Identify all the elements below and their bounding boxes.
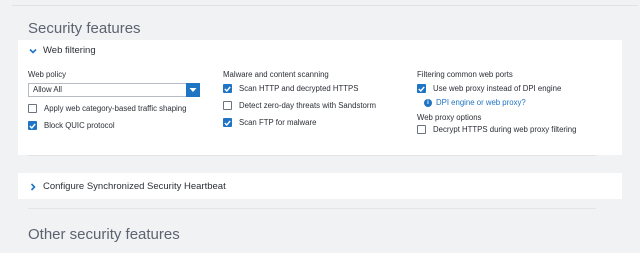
scan-ftp-checkbox[interactable] xyxy=(223,118,232,127)
heartbeat-toggle[interactable]: Configure Synchronized Security Heartbea… xyxy=(28,181,226,192)
section-divider xyxy=(28,208,596,209)
proxy-options-label: Web proxy options xyxy=(417,113,482,122)
heartbeat-title: Configure Synchronized Security Heartbea… xyxy=(43,181,226,192)
decrypt-https-label: Decrypt HTTPS during web proxy filtering xyxy=(433,125,577,134)
dpi-info-link[interactable]: i DPI engine or web proxy? xyxy=(424,98,617,107)
zero-day-option[interactable]: Detect zero-day threats with Sandstorm xyxy=(223,100,408,111)
top-divider xyxy=(12,5,638,6)
scan-http-label: Scan HTTP and decrypted HTTPS xyxy=(239,84,359,93)
heartbeat-panel: Configure Synchronized Security Heartbea… xyxy=(18,173,622,199)
use-proxy-label: Use web proxy instead of DPI engine xyxy=(433,84,562,93)
decrypt-https-checkbox[interactable] xyxy=(417,125,426,134)
malware-scanning-label: Malware and content scanning xyxy=(223,70,329,79)
web-policy-label: Web policy xyxy=(28,70,66,79)
zero-day-label: Detect zero-day threats with Sandstorm xyxy=(239,101,376,110)
web-policy-selected-value: Allow All xyxy=(33,85,63,94)
scan-http-checkbox[interactable] xyxy=(223,84,232,93)
dpi-info-link-text[interactable]: DPI engine or web proxy? xyxy=(436,98,526,107)
section-divider xyxy=(28,155,596,156)
web-filtering-toggle[interactable]: Web filtering xyxy=(28,45,96,56)
dropdown-arrow-icon[interactable] xyxy=(186,83,200,97)
traffic-shaping-label: Apply web category-based traffic shaping xyxy=(44,104,187,113)
block-quic-option[interactable]: Block QUIC protocol xyxy=(28,120,208,131)
scan-ftp-label: Scan FTP for malware xyxy=(239,118,317,127)
block-quic-checkbox[interactable] xyxy=(28,121,37,130)
traffic-shaping-checkbox[interactable] xyxy=(28,104,37,113)
info-icon: i xyxy=(424,98,432,107)
traffic-shaping-option[interactable]: Apply web category-based traffic shaping xyxy=(28,103,208,114)
web-filtering-panel: Web filtering Web policy Allow All Apply… xyxy=(18,40,622,155)
malware-scanning-column: Malware and content scanning Scan HTTP a… xyxy=(223,70,408,128)
web-policy-select[interactable]: Allow All xyxy=(28,83,200,97)
decrypt-https-option[interactable]: Decrypt HTTPS during web proxy filtering xyxy=(417,124,617,135)
scan-http-option[interactable]: Scan HTTP and decrypted HTTPS xyxy=(223,83,408,94)
web-ports-column: Filtering common web ports Use web proxy… xyxy=(417,70,617,135)
scan-ftp-option[interactable]: Scan FTP for malware xyxy=(223,117,408,128)
web-ports-label: Filtering common web ports xyxy=(417,70,513,79)
section-title-other-security-features: Other security features xyxy=(28,226,180,243)
web-filtering-title: Web filtering xyxy=(43,45,96,56)
use-proxy-option[interactable]: Use web proxy instead of DPI engine xyxy=(417,83,617,94)
zero-day-checkbox[interactable] xyxy=(223,101,232,110)
chevron-down-icon xyxy=(28,46,38,56)
chevron-right-icon xyxy=(28,182,38,192)
section-title-security-features: Security features xyxy=(28,20,141,37)
use-proxy-checkbox[interactable] xyxy=(417,84,426,93)
web-policy-column: Web policy Allow All Apply web category-… xyxy=(28,70,208,131)
block-quic-label: Block QUIC protocol xyxy=(44,121,115,130)
